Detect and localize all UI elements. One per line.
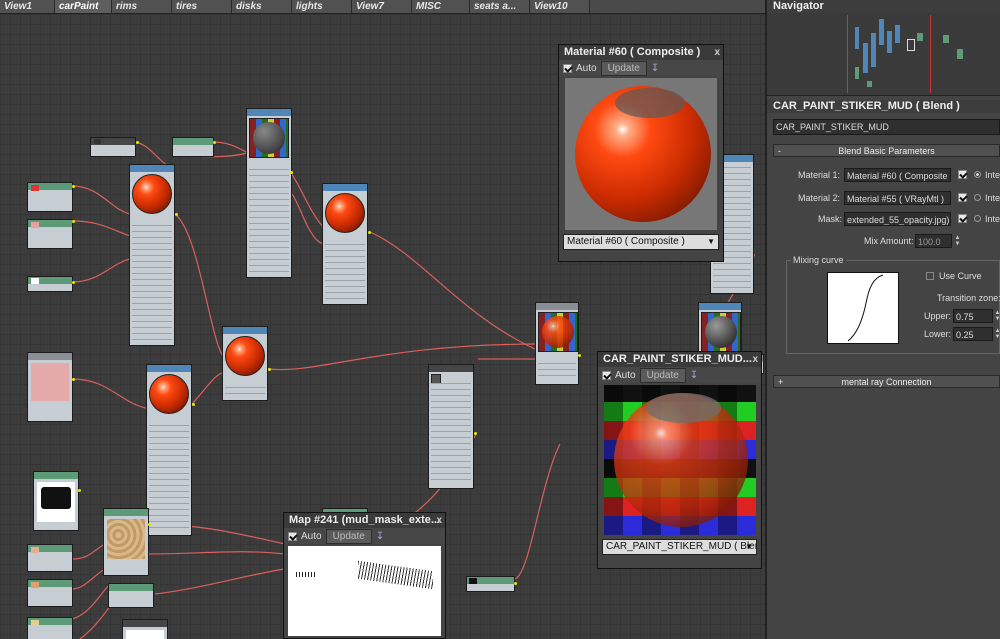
tab-tires[interactable]: tires bbox=[172, 0, 232, 13]
lower-label: Lower: bbox=[924, 329, 952, 339]
auto-label: Auto bbox=[576, 62, 597, 74]
bitmap-node[interactable] bbox=[33, 471, 79, 531]
material2-slot-button[interactable]: Material #55 ( VRayMtl ) bbox=[844, 191, 951, 205]
interactive-label: Inte bbox=[985, 170, 1000, 180]
pin-icon[interactable]: ↧ bbox=[651, 63, 659, 74]
composite-material-node[interactable] bbox=[322, 183, 368, 305]
vray-material-node[interactable] bbox=[246, 108, 292, 278]
shellac-material-node[interactable] bbox=[222, 326, 268, 401]
mixing-curve-label: Mixing curve bbox=[791, 255, 846, 265]
mask-interactive-radio[interactable] bbox=[974, 215, 981, 222]
interactive-label: Inte bbox=[985, 193, 1000, 203]
tab-seats[interactable]: seats a... bbox=[470, 0, 530, 13]
chevron-down-icon: ▼ bbox=[745, 542, 753, 551]
mixing-curve-line bbox=[847, 274, 884, 342]
preview-window-title[interactable]: Material #60 ( Composite ) x bbox=[559, 45, 723, 60]
map-node[interactable] bbox=[90, 137, 136, 157]
mix-amount-input[interactable]: 100.0 bbox=[915, 234, 952, 248]
chevron-down-icon: ▼ bbox=[707, 237, 715, 246]
material-preview-image bbox=[565, 78, 717, 230]
mental-ray-connection-rollout[interactable]: + mental ray Connection bbox=[773, 375, 1000, 388]
composite-preview-window[interactable]: Material #60 ( Composite ) x Auto Update… bbox=[558, 44, 724, 262]
pin-icon[interactable]: ↧ bbox=[376, 531, 384, 542]
close-icon[interactable]: x bbox=[436, 513, 442, 528]
vray-material-node[interactable] bbox=[146, 364, 192, 536]
tab-disks[interactable]: disks bbox=[232, 0, 292, 13]
material-editor-panel: Navigator CAR_PAINT_STIKER_MUD ( Blend )… bbox=[765, 0, 1000, 639]
mixing-curve-graph bbox=[827, 272, 899, 344]
blend-material-node[interactable] bbox=[535, 302, 579, 385]
noise-map-node[interactable] bbox=[103, 508, 149, 576]
upper-spinner-icon[interactable]: ▲ ▼ bbox=[994, 310, 1000, 322]
update-button[interactable]: Update bbox=[325, 528, 372, 544]
mask-label: Mask: bbox=[818, 214, 843, 224]
lower-spinner-icon[interactable]: ▲ ▼ bbox=[994, 328, 1000, 340]
lower-input[interactable]: 0.25 bbox=[953, 327, 993, 341]
material2-interactive-radio[interactable] bbox=[974, 194, 981, 201]
update-button[interactable]: Update bbox=[600, 60, 647, 76]
map-preview-image bbox=[288, 546, 441, 636]
use-curve-checkbox[interactable] bbox=[926, 272, 934, 280]
material-select-dropdown[interactable]: Material #60 ( Composite ) ▼ bbox=[563, 234, 719, 250]
preview-window-title[interactable]: CAR_PAINT_STIKER_MUD... x bbox=[598, 352, 761, 367]
material-name-field[interactable]: CAR_PAINT_STIKER_MUD bbox=[773, 119, 1000, 135]
close-icon[interactable]: x bbox=[714, 45, 720, 60]
preview-window-title[interactable]: Map #241 (mud_mask_exte... x bbox=[284, 513, 445, 528]
update-button[interactable]: Update bbox=[639, 367, 686, 383]
material2-enable-checkbox[interactable] bbox=[958, 193, 967, 202]
upper-label: Upper: bbox=[924, 311, 952, 321]
tab-rims[interactable]: rims bbox=[112, 0, 172, 13]
material-select-dropdown[interactable]: CAR_PAINT_STIKER_MUD ( Blend ▼ bbox=[602, 539, 757, 555]
map-node[interactable] bbox=[27, 579, 73, 607]
navigator-title: Navigator bbox=[767, 0, 1000, 13]
material1-slot-button[interactable]: Material #60 ( Composite ) bbox=[844, 168, 951, 182]
vray-material-node[interactable] bbox=[129, 164, 175, 346]
map-node[interactable] bbox=[27, 544, 73, 572]
use-curve-label: Use Curve bbox=[939, 271, 982, 281]
blend-preview-window[interactable]: CAR_PAINT_STIKER_MUD... x Auto Update ↧ … bbox=[597, 351, 762, 569]
mask-slot-button[interactable]: extended_55_opacity.jpg) bbox=[844, 212, 951, 226]
map-node[interactable] bbox=[27, 182, 73, 212]
interactive-label: Inte bbox=[985, 214, 1000, 224]
map-node[interactable] bbox=[27, 617, 73, 639]
auto-checkbox[interactable] bbox=[563, 63, 572, 73]
view-tab-bar: View1 carPaint rims tires disks lights V… bbox=[0, 0, 765, 14]
auto-label: Auto bbox=[301, 530, 322, 542]
close-icon[interactable]: x bbox=[752, 352, 758, 367]
pin-icon[interactable]: ↧ bbox=[690, 370, 698, 381]
vray-material-node[interactable] bbox=[428, 364, 474, 489]
tab-lights[interactable]: lights bbox=[292, 0, 352, 13]
tab-view7[interactable]: View7 bbox=[352, 0, 412, 13]
map-node[interactable] bbox=[27, 219, 73, 249]
material2-label: Material 2: bbox=[798, 193, 841, 203]
mask-enable-checkbox[interactable] bbox=[958, 214, 967, 223]
auto-label: Auto bbox=[615, 369, 636, 381]
material-title: CAR_PAINT_STIKER_MUD ( Blend ) bbox=[767, 100, 1000, 113]
map-node[interactable] bbox=[172, 137, 214, 157]
material1-label: Material 1: bbox=[798, 170, 841, 180]
material1-interactive-radio[interactable] bbox=[974, 171, 981, 178]
transition-zone-label: Transition zone: bbox=[937, 293, 1000, 303]
bitmap-node[interactable] bbox=[122, 619, 168, 639]
auto-checkbox[interactable] bbox=[602, 370, 611, 380]
material-preview-image bbox=[604, 385, 756, 535]
blend-basic-parameters-rollout[interactable]: - Blend Basic Parameters bbox=[773, 144, 1000, 157]
tab-carpaint[interactable]: carPaint bbox=[55, 0, 112, 13]
map-node[interactable] bbox=[27, 276, 73, 292]
navigator-view[interactable] bbox=[767, 13, 1000, 96]
noise-map-node[interactable] bbox=[108, 583, 154, 608]
tab-view10[interactable]: View10 bbox=[530, 0, 590, 13]
mix-amount-label: Mix Amount: bbox=[864, 236, 914, 246]
bitmap-node[interactable] bbox=[466, 576, 515, 592]
material1-enable-checkbox[interactable] bbox=[958, 170, 967, 179]
auto-checkbox[interactable] bbox=[288, 531, 297, 541]
tab-view1[interactable]: View1 bbox=[0, 0, 55, 13]
map-preview-window[interactable]: Map #241 (mud_mask_exte... x Auto Update… bbox=[283, 512, 446, 639]
color-map-node[interactable] bbox=[27, 352, 73, 422]
tab-misc[interactable]: MISC bbox=[412, 0, 470, 13]
mix-amount-spinner-icon[interactable]: ▲ ▼ bbox=[954, 235, 961, 247]
upper-input[interactable]: 0.75 bbox=[953, 309, 993, 323]
